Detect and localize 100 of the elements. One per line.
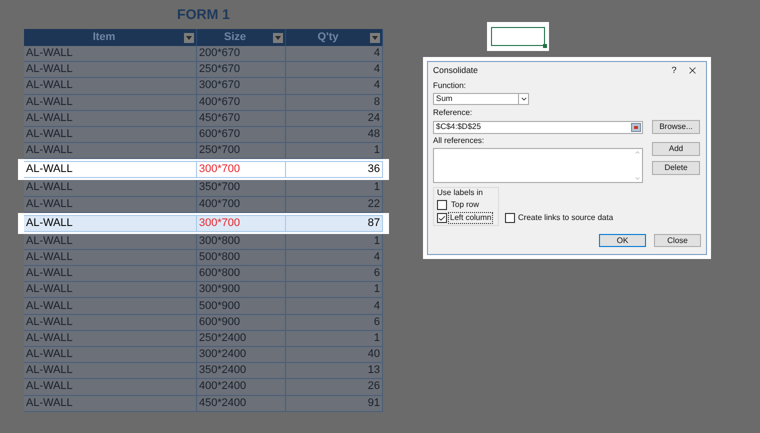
help-button[interactable]: ? (665, 64, 683, 78)
all-references-label: All references: (433, 135, 486, 147)
table-cell: 6 (286, 266, 383, 282)
table-row[interactable]: AL-WALL 600*800 6 (24, 266, 383, 282)
table-cell: AL-WALL (24, 196, 197, 212)
ok-button[interactable]: OK (599, 234, 646, 247)
table-row[interactable]: AL-WALL 300*670 4 (24, 78, 383, 95)
filter-dropdown-icon[interactable] (184, 32, 194, 42)
add-button[interactable]: Add (652, 142, 700, 156)
table-cell: 22 (286, 196, 383, 212)
collapse-dialog-icon[interactable] (631, 122, 641, 132)
table-row[interactable]: AL-WALL 350*2400 13 (24, 363, 383, 380)
table-row[interactable]: AL-WALL 250*670 4 (24, 62, 383, 78)
table-row[interactable]: AL-WALL 500*900 4 (24, 298, 383, 315)
table-cell: 350*700 (197, 180, 286, 196)
table-cell: 300*900 (197, 282, 286, 298)
table-row[interactable]: AL-WALL 300*700 87 (24, 214, 383, 232)
table-cell: 300*670 (197, 78, 286, 94)
fill-handle-icon[interactable] (543, 44, 547, 48)
table-cell: 91 (286, 396, 383, 411)
table-cell: 24 (286, 110, 383, 126)
table-cell: AL-WALL (24, 110, 197, 126)
close-button[interactable]: Close (654, 234, 701, 247)
function-dropdown[interactable]: Sum (433, 93, 529, 105)
table-cell: AL-WALL (24, 126, 197, 142)
column-header[interactable]: Size (197, 29, 286, 46)
table-row[interactable]: AL-WALL 500*800 4 (24, 250, 383, 266)
table-row[interactable]: AL-WALL 200*670 4 (24, 46, 383, 62)
table-cell: 4 (286, 46, 383, 62)
table-cell: 4 (286, 250, 383, 266)
checkbox-label[interactable]: Top row (448, 199, 482, 211)
table-cell: 250*2400 (197, 330, 286, 346)
table-cell: AL-WALL (24, 282, 197, 298)
table-cell: 500*800 (197, 250, 286, 266)
table-cell: 6 (286, 314, 383, 330)
filter-dropdown-icon[interactable] (370, 32, 380, 42)
table-cell: AL-WALL (24, 78, 197, 94)
table-cell: 1 (286, 234, 383, 249)
dialog-title: Consolidate (433, 64, 479, 77)
delete-button[interactable]: Delete (652, 161, 700, 175)
table-cell: AL-WALL (24, 143, 197, 158)
active-cell[interactable] (491, 27, 545, 46)
table-cell: AL-WALL (24, 330, 197, 346)
checkbox[interactable] (437, 213, 447, 223)
checkbox-label[interactable]: Create links to source data (518, 212, 614, 224)
function-label: Function: (433, 80, 467, 92)
table-cell: AL-WALL (24, 216, 197, 231)
table-cell: 400*670 (197, 94, 286, 110)
table-row[interactable]: AL-WALL 300*2400 40 (24, 347, 383, 364)
table-row[interactable]: AL-WALL 250*2400 1 (24, 330, 383, 347)
table-cell: 400*700 (197, 196, 286, 212)
table-row[interactable]: AL-WALL 300*800 1 (24, 234, 383, 250)
table-cell: 1 (286, 282, 383, 298)
table-cell: AL-WALL (24, 162, 197, 178)
table-cell: AL-WALL (24, 234, 197, 249)
column-header[interactable]: Q'ty (286, 29, 383, 46)
column-header[interactable]: Item (24, 29, 197, 46)
table-cell: 300*800 (197, 234, 286, 249)
table-cell: AL-WALL (24, 347, 197, 362)
table-row[interactable]: AL-WALL 350*700 1 (24, 180, 383, 196)
table-cell: 4 (286, 78, 383, 94)
table-row[interactable]: AL-WALL 600*900 6 (24, 314, 383, 331)
table-row[interactable]: AL-WALL 450*2400 91 (24, 396, 383, 412)
table-row[interactable]: AL-WALL 600*670 48 (24, 126, 383, 144)
table-cell: 450*2400 (197, 396, 286, 411)
table-cell: 200*670 (197, 46, 286, 62)
table-cell: AL-WALL (24, 94, 197, 110)
table-cell: 350*2400 (197, 363, 286, 378)
table-cell: AL-WALL (24, 396, 197, 411)
table-cell: AL-WALL (24, 62, 197, 78)
table-cell: 300*700 (197, 216, 286, 231)
table-cell: 250*670 (197, 62, 286, 78)
table-cell: 1 (286, 180, 383, 196)
chevron-down-icon[interactable] (518, 94, 528, 104)
checkbox[interactable] (437, 200, 447, 210)
table-cell: 36 (286, 162, 383, 178)
table-cell: AL-WALL (24, 266, 197, 282)
table-cell: AL-WALL (24, 363, 197, 378)
table-cell: AL-WALL (24, 314, 197, 330)
table-row[interactable]: AL-WALL 300*900 1 (24, 282, 383, 298)
table-row[interactable]: AL-WALL 300*700 36 (24, 161, 383, 178)
checkbox-label[interactable]: Left column (448, 212, 494, 224)
filter-dropdown-icon[interactable] (273, 32, 283, 42)
table-row[interactable]: AL-WALL 400*2400 26 (24, 379, 383, 396)
table-row[interactable]: AL-WALL 400*670 8 (24, 94, 383, 111)
table-cell: 250*700 (197, 143, 286, 158)
table-cell: 400*2400 (197, 379, 286, 395)
browse-button[interactable]: Browse... (652, 120, 700, 134)
group-title: Use labels in (437, 188, 484, 198)
table-cell: AL-WALL (24, 298, 197, 314)
table-row[interactable]: AL-WALL 450*670 24 (24, 110, 383, 127)
table-cell: 600*670 (197, 126, 286, 142)
reference-field[interactable]: $C$4:$D$25 (433, 120, 643, 134)
table-cell: 26 (286, 379, 383, 395)
table-cell: 87 (286, 216, 383, 231)
table-cell: 8 (286, 94, 383, 110)
checkbox[interactable] (505, 213, 515, 223)
table-cell: 300*700 (197, 162, 286, 178)
table-cell: 500*900 (197, 298, 286, 314)
table-cell: 450*670 (197, 110, 286, 126)
